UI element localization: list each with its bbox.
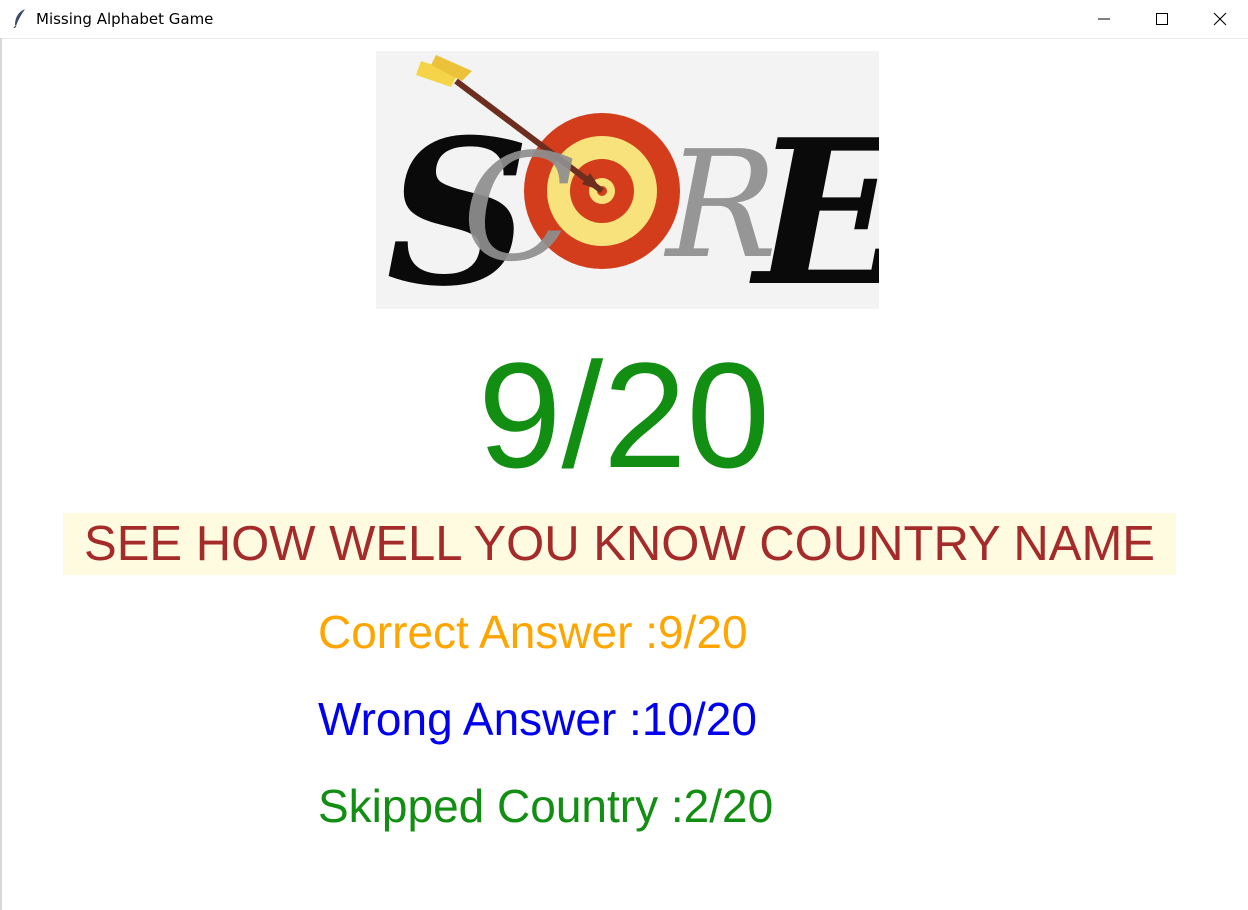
close-icon (1213, 12, 1227, 26)
minimize-icon (1098, 18, 1110, 20)
banner: SEE HOW WELL YOU KNOW COUNTRY NAME (63, 513, 1176, 575)
minimize-button[interactable] (1075, 0, 1133, 38)
skipped-country-stat: Skipped Country :2/20 (318, 780, 774, 832)
close-button[interactable] (1191, 0, 1248, 38)
logo-letter-c: C (462, 122, 575, 294)
correct-answer-stat: Correct Answer :9/20 (318, 606, 748, 658)
score-logo-image: S C R E (376, 51, 879, 309)
title-bar: Missing Alphabet Game (0, 0, 1248, 39)
maximize-icon (1156, 13, 1168, 25)
maximize-button[interactable] (1133, 0, 1191, 38)
banner-text: SEE HOW WELL YOU KNOW COUNTRY NAME (84, 517, 1155, 571)
logo-letter-e: E (749, 96, 879, 309)
window-title: Missing Alphabet Game (36, 10, 214, 28)
score-display: 9/20 (478, 331, 770, 499)
wrong-answer-stat: Wrong Answer :10/20 (318, 693, 757, 745)
feather-icon (13, 9, 25, 28)
